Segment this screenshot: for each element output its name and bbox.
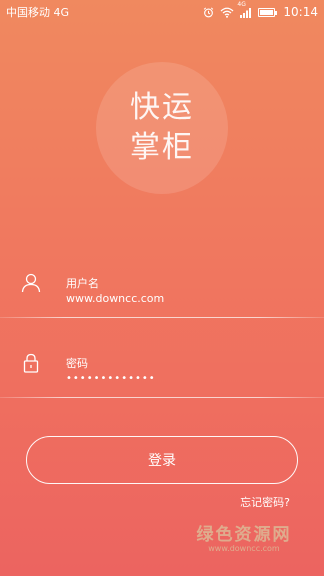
username-divider — [0, 317, 324, 318]
network-badge: 4G — [237, 0, 246, 8]
forgot-password-link[interactable]: 忘记密码? — [240, 494, 290, 510]
password-divider — [0, 397, 324, 398]
username-input[interactable]: www.downcc.com — [66, 292, 164, 305]
username-field[interactable]: 用户名 www.downcc.com — [0, 266, 324, 320]
status-left: 中国移动 4G — [6, 4, 69, 20]
wifi-icon — [220, 7, 234, 18]
watermark: 绿色资源网 www.downcc.com — [184, 520, 304, 560]
login-button[interactable]: 登录 — [26, 436, 298, 484]
logo-line-1: 快运 — [130, 90, 194, 125]
alarm-icon — [203, 7, 214, 18]
password-label: 密码 — [66, 357, 88, 370]
signal-icon: 4G — [237, 1, 252, 18]
status-right: 4G 10:14 — [203, 1, 318, 19]
battery-icon — [258, 7, 278, 17]
carrier-label: 中国移动 4G — [6, 6, 70, 19]
user-icon — [20, 272, 42, 294]
watermark-sub: www.downcc.com — [208, 544, 280, 553]
clock: 10:14 — [283, 5, 318, 19]
username-label: 用户名 — [66, 277, 99, 290]
lock-icon — [20, 352, 42, 374]
login-screen: 中国移动 4G 4G 10:14 快运 掌柜 用户名 www.downcc.co… — [0, 0, 324, 576]
logo-line-2: 掌柜 — [130, 130, 194, 165]
status-bar: 中国移动 4G 4G 10:14 — [0, 0, 324, 24]
app-logo: 快运 掌柜 — [96, 62, 228, 194]
password-input[interactable]: ••••••••••••• — [66, 373, 156, 384]
password-field[interactable]: 密码 ••••••••••••• — [0, 346, 324, 400]
watermark-text: 绿色资源网 — [196, 525, 292, 545]
